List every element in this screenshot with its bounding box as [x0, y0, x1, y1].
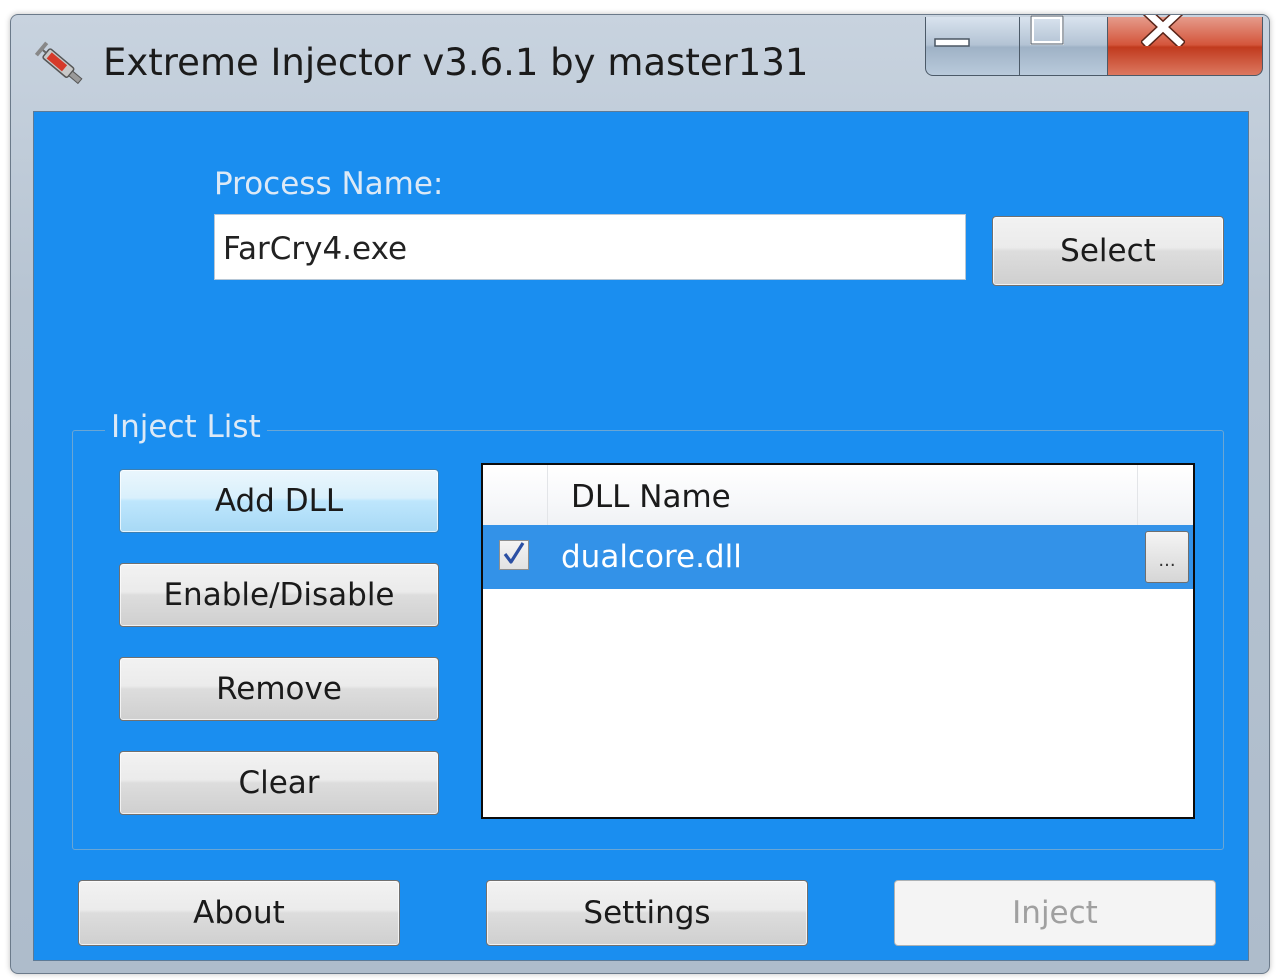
- list-item[interactable]: dualcore.dll ...: [483, 525, 1193, 589]
- column-separator: [1137, 465, 1138, 525]
- settings-button[interactable]: Settings: [486, 880, 808, 946]
- inject-list-group: Inject List Add DLL Enable/Disable Remov…: [72, 409, 1224, 850]
- clear-button[interactable]: Clear: [119, 751, 439, 815]
- process-name-input[interactable]: FarCry4.exe: [214, 214, 966, 280]
- list-header: DLL Name: [483, 465, 1193, 526]
- dll-filename: dualcore.dll: [561, 539, 742, 575]
- process-name-label: Process Name:: [214, 166, 444, 202]
- inject-button[interactable]: Inject: [894, 880, 1216, 946]
- enable-disable-button[interactable]: Enable/Disable: [119, 563, 439, 627]
- client-area: Process Name: FarCry4.exe Select Inject …: [33, 111, 1249, 961]
- column-separator: [547, 465, 548, 525]
- minimize-button[interactable]: [925, 17, 1021, 76]
- add-dll-button[interactable]: Add DLL: [119, 469, 439, 533]
- close-button[interactable]: [1107, 15, 1263, 76]
- remove-button[interactable]: Remove: [119, 657, 439, 721]
- title-bar[interactable]: Extreme Injector v3.6.1 by master131: [11, 15, 1269, 111]
- maximize-button[interactable]: [1019, 15, 1109, 76]
- dll-enabled-checkbox[interactable]: [499, 540, 529, 570]
- caption-buttons: [925, 15, 1263, 77]
- syringe-icon: [34, 41, 91, 93]
- inject-list-legend: Inject List: [105, 409, 267, 445]
- app-window: Extreme Injector v3.6.1 by master131 Pro…: [10, 14, 1270, 974]
- dll-list[interactable]: DLL Name dualcore.dll ...: [481, 463, 1195, 819]
- column-header-dll-name[interactable]: DLL Name: [571, 479, 731, 515]
- about-button[interactable]: About: [78, 880, 400, 946]
- select-button[interactable]: Select: [992, 216, 1224, 286]
- window-title: Extreme Injector v3.6.1 by master131: [103, 41, 809, 84]
- browse-button[interactable]: ...: [1145, 531, 1189, 583]
